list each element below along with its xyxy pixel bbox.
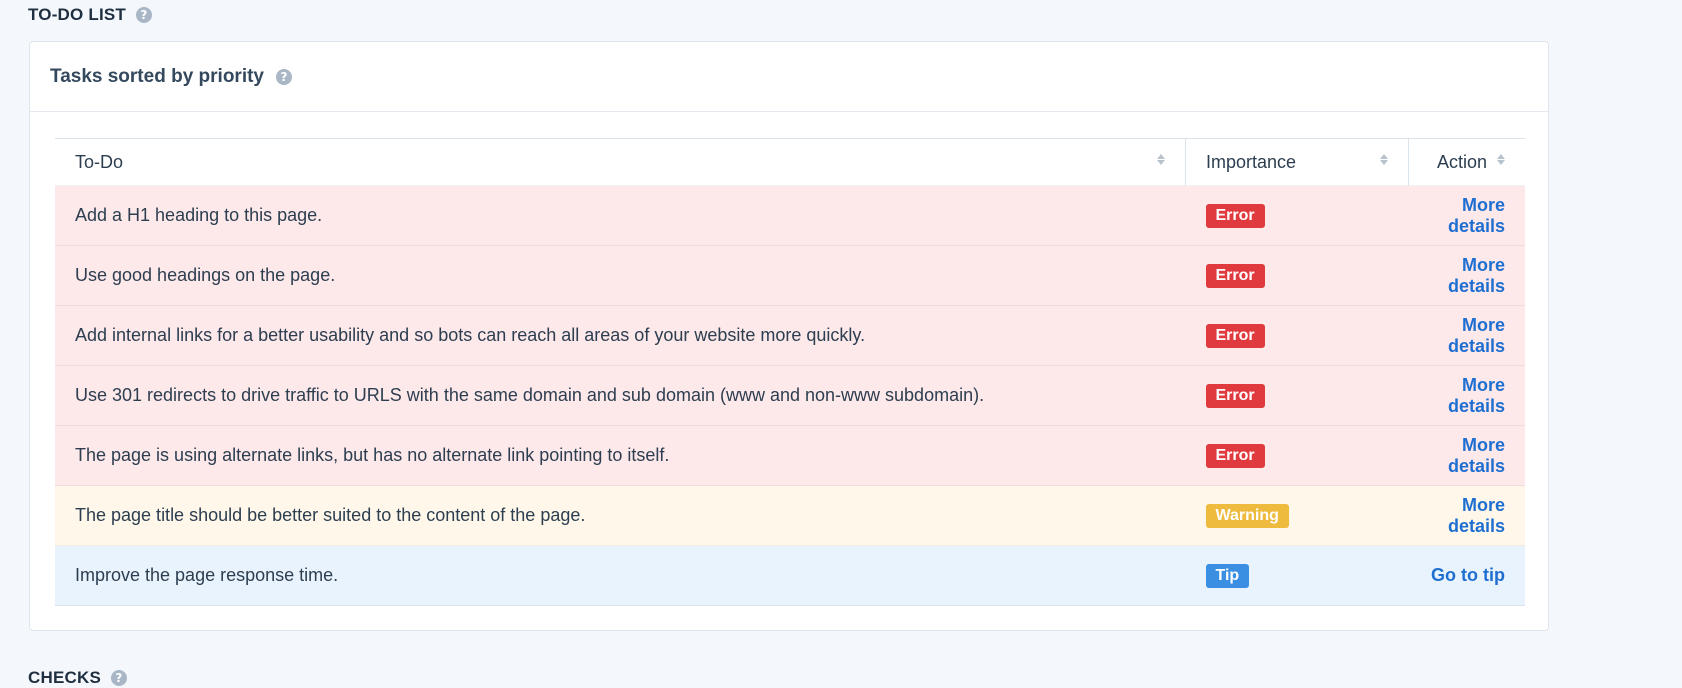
more-details-link[interactable]: More details: [1448, 195, 1505, 236]
table-row: Use 301 redirects to drive traffic to UR…: [55, 365, 1525, 426]
more-details-link[interactable]: More details: [1448, 255, 1505, 296]
task-cell: Add a H1 heading to this page.: [55, 185, 1186, 246]
todo-section-title: TO-DO LIST ?: [28, 5, 153, 25]
importance-badge: Tip: [1205, 563, 1250, 588]
task-cell: The page title should be better suited t…: [55, 485, 1186, 546]
column-header-todo[interactable]: To-Do: [55, 138, 1186, 186]
importance-badge: Error: [1205, 323, 1265, 348]
table-row: The page is using alternate links, but h…: [55, 425, 1525, 486]
help-icon[interactable]: ?: [136, 7, 153, 23]
table-row: The page title should be better suited t…: [55, 485, 1525, 546]
help-icon[interactable]: ?: [276, 68, 292, 85]
task-text: Improve the page response time.: [75, 565, 339, 585]
table-row: Use good headings on the page. Error More …: [55, 245, 1525, 306]
checks-section-title: CHECKS ?: [28, 668, 127, 688]
task-text: Use 301 redirects to drive traffic to UR…: [75, 385, 985, 405]
action-cell: More details: [1408, 425, 1525, 486]
importance-cell: Tip: [1185, 545, 1409, 606]
task-cell: The page is using alternate links, but h…: [55, 425, 1186, 486]
importance-badge: Error: [1205, 443, 1265, 468]
tasks-table: To-Do Importance Action Add a H1 heading…: [55, 138, 1525, 606]
todo-section-label: TO-DO LIST: [28, 5, 127, 24]
table-header-row: To-Do Importance Action: [55, 138, 1525, 186]
more-details-link[interactable]: More details: [1448, 315, 1505, 356]
column-header-label: Importance: [1206, 151, 1297, 172]
task-text: Use good headings on the page.: [75, 265, 336, 285]
tasks-card: Tasks sorted by priority ? To-Do Importa…: [29, 41, 1549, 631]
checks-section-label: CHECKS: [28, 668, 101, 687]
importance-cell: Error: [1185, 185, 1409, 246]
action-cell: More details: [1408, 305, 1525, 366]
importance-cell: Warning: [1185, 485, 1409, 546]
column-header-action[interactable]: Action: [1408, 138, 1525, 186]
task-text: Add a H1 heading to this page.: [75, 205, 323, 225]
more-details-link[interactable]: More details: [1448, 495, 1505, 536]
sort-icon[interactable]: [1380, 154, 1388, 165]
sort-icon[interactable]: [1157, 154, 1165, 165]
table-row: Add a H1 heading to this page. Error More …: [55, 185, 1525, 246]
column-header-label: Action: [1436, 151, 1487, 172]
importance-badge: Warning: [1205, 503, 1289, 528]
importance-cell: Error: [1185, 305, 1409, 366]
sort-icon[interactable]: [1497, 154, 1505, 165]
task-text: The page is using alternate links, but h…: [75, 445, 670, 465]
importance-cell: Error: [1185, 365, 1409, 426]
more-details-link[interactable]: More details: [1448, 375, 1505, 416]
importance-badge: Error: [1205, 263, 1265, 288]
task-cell: Use 301 redirects to drive traffic to UR…: [55, 365, 1186, 426]
importance-cell: Error: [1185, 245, 1409, 306]
card-title: Tasks sorted by priority: [50, 65, 264, 87]
action-cell: Go to tip: [1408, 545, 1525, 606]
task-text: The page title should be better suited t…: [75, 505, 586, 525]
action-cell: More details: [1408, 485, 1525, 546]
action-cell: More details: [1408, 245, 1525, 306]
column-header-importance[interactable]: Importance: [1185, 138, 1409, 186]
action-cell: More details: [1408, 365, 1525, 426]
task-cell: Improve the page response time.: [55, 545, 1186, 606]
task-cell: Add internal links for a better usabilit…: [55, 305, 1186, 366]
task-cell: Use good headings on the page.: [55, 245, 1186, 306]
action-cell: More details: [1408, 185, 1525, 246]
table-body: Add a H1 heading to this page. Error More …: [55, 185, 1525, 606]
task-text: Add internal links for a better usabilit…: [75, 325, 866, 345]
help-icon[interactable]: ?: [111, 670, 127, 686]
importance-cell: Error: [1185, 425, 1409, 486]
table-row: Improve the page response time. Tip Go to …: [55, 545, 1525, 606]
table-row: Add internal links for a better usabilit…: [55, 305, 1525, 366]
more-details-link[interactable]: More details: [1448, 435, 1505, 476]
importance-badge: Error: [1205, 203, 1265, 228]
tasks-table-wrapper: To-Do Importance Action Add a H1 heading…: [55, 138, 1525, 606]
go-to-tip-link[interactable]: Go to tip: [1431, 565, 1505, 585]
column-header-label: To-Do: [75, 151, 124, 172]
card-header: Tasks sorted by priority ?: [30, 42, 1548, 112]
importance-badge: Error: [1205, 383, 1265, 408]
